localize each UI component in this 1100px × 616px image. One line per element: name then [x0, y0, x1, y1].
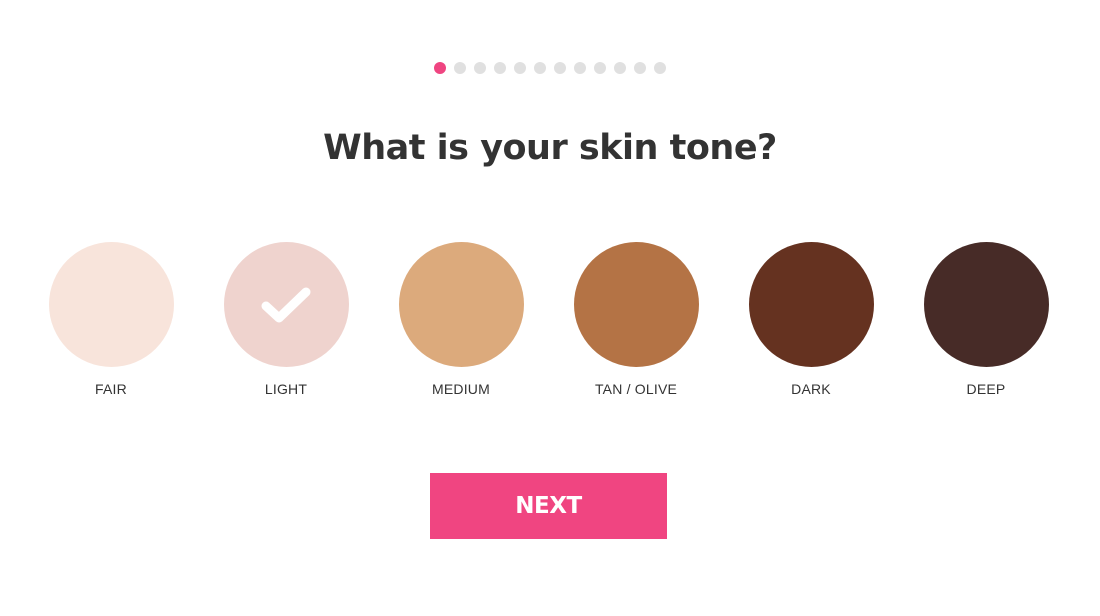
progress-dot [574, 62, 586, 74]
tone-swatch[interactable] [748, 242, 874, 367]
progress-dot [654, 62, 666, 74]
checkmark-icon [261, 287, 311, 322]
progress-dot [634, 62, 646, 74]
tone-option-medium[interactable]: MEDIUM [381, 242, 541, 397]
tone-option-fair[interactable]: FAIR [31, 242, 191, 397]
progress-dot [514, 62, 526, 74]
tone-swatch[interactable] [48, 242, 174, 367]
quiz-page: What is your skin tone? FAIR LIGHT MEDIU… [0, 0, 1100, 616]
progress-dot [594, 62, 606, 74]
tone-swatch[interactable] [573, 242, 699, 367]
tone-label: FAIR [95, 381, 127, 397]
tone-option-dark[interactable]: DARK [731, 242, 891, 397]
progress-indicator [434, 62, 666, 74]
progress-dot [534, 62, 546, 74]
tone-label: DARK [791, 381, 831, 397]
tone-swatch[interactable] [223, 242, 349, 367]
tone-label: LIGHT [264, 381, 308, 397]
progress-dot [494, 62, 506, 74]
tone-swatch[interactable] [398, 242, 524, 367]
progress-dot [454, 62, 466, 74]
tone-option-light[interactable]: LIGHT [206, 242, 366, 397]
next-button[interactable]: NEXT [430, 473, 667, 539]
progress-dot [554, 62, 566, 74]
progress-dot-active [434, 62, 446, 74]
tone-label: MEDIUM [432, 381, 490, 397]
skin-tone-options: FAIR LIGHT MEDIUM TAN / OLIVE DARK DEEP [0, 242, 1100, 402]
progress-dot [614, 62, 626, 74]
tone-swatch[interactable] [923, 242, 1049, 367]
progress-dot [474, 62, 486, 74]
tone-label: DEEP [966, 381, 1006, 397]
question-title: What is your skin tone? [323, 128, 777, 168]
tone-label: TAN / OLIVE [594, 381, 678, 397]
tone-option-deep[interactable]: DEEP [906, 242, 1066, 397]
tone-option-tan-olive[interactable]: TAN / OLIVE [556, 242, 716, 397]
